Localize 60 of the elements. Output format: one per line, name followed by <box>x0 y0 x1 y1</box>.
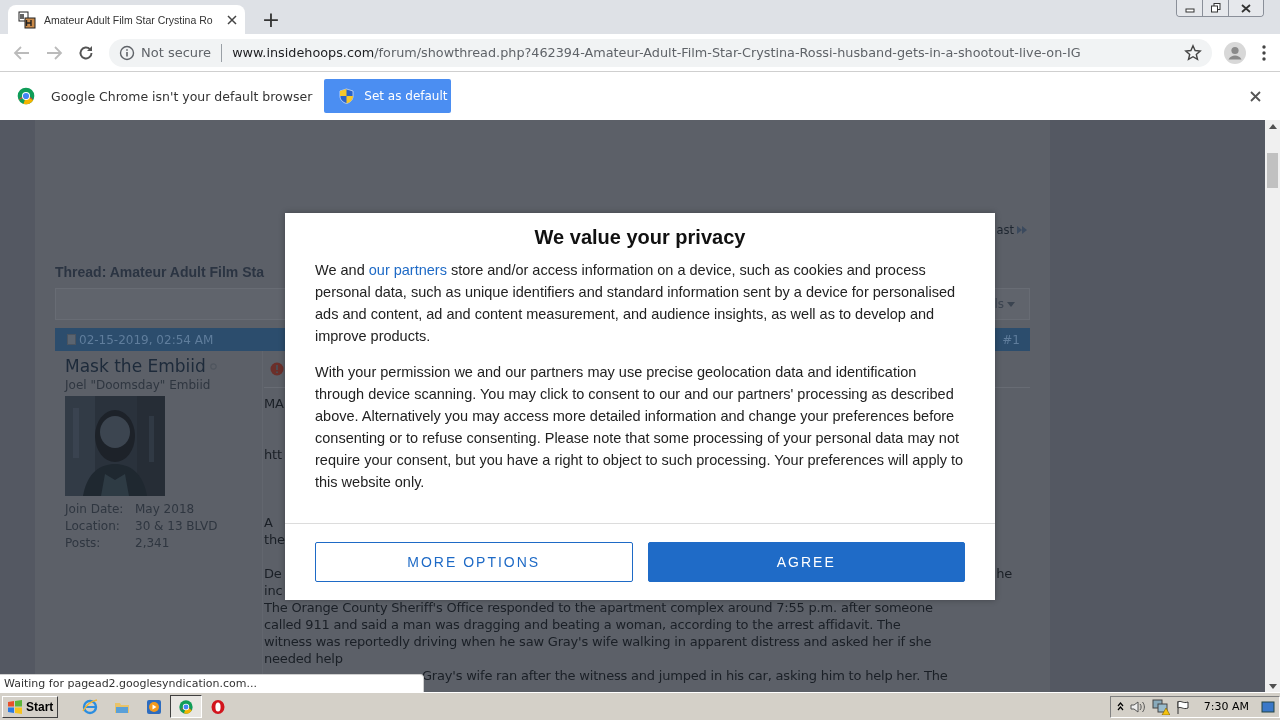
clock: 7:30 AM <box>1203 700 1249 713</box>
post-text: The Orange County Sheriff's Office responded to the apartment complex around 7:55 p.m. after someone <box>264 599 933 616</box>
taskbar-app-button[interactable] <box>170 695 203 718</box>
restore-button[interactable] <box>1203 0 1229 16</box>
post-text: A <box>264 514 273 531</box>
status-bubble: Waiting for pagead2.googlesyndication.com... <box>0 674 424 692</box>
info-icon <box>119 44 135 61</box>
infobar-message: Google Chrome isn't your default browser <box>51 88 313 104</box>
dialog-title: We value your privacy <box>533 225 747 249</box>
network-icon[interactable] <box>1151 698 1170 715</box>
close-icon[interactable] <box>1250 90 1261 102</box>
document-icon <box>67 334 76 345</box>
star-icon[interactable] <box>1184 43 1202 62</box>
menu-icon[interactable] <box>1262 44 1266 61</box>
caret-icon <box>1007 301 1015 307</box>
url-text: www.insidehoops.com/forum/showthread.php?462394-Amateur-Adult-Film-Star-Crystina-Rossi-husband-gets-in-a-shootout-live-on-IG <box>232 45 1082 60</box>
set-default-button[interactable]: Set as default <box>324 79 452 113</box>
site-favicon-icon <box>18 10 36 29</box>
double-arrow-icon <box>1017 225 1027 234</box>
ie-icon <box>82 698 99 715</box>
flag-icon[interactable] <box>1175 699 1190 714</box>
scrollbar[interactable] <box>1265 120 1280 692</box>
chrome-logo-icon <box>16 86 36 106</box>
play-icon <box>146 698 163 715</box>
warning-icon <box>270 362 284 376</box>
partners-link[interactable]: our partners <box>368 262 447 278</box>
scroll-down-icon[interactable] <box>1268 684 1277 689</box>
post-text: called 911 and said a man was dragging and beating a woman, according to the arrest affidavit. The <box>264 616 901 633</box>
shield-icon <box>339 88 355 104</box>
post-text: MA <box>264 395 284 412</box>
post-text: htt <box>264 446 282 463</box>
windows-flag-icon <box>7 699 23 714</box>
agree-button[interactable]: AGREE <box>647 542 965 582</box>
chevron-up-icon[interactable] <box>1116 702 1124 711</box>
show-desktop-icon[interactable] <box>1261 699 1275 714</box>
new-tab-button[interactable]: + <box>257 5 285 34</box>
chrome-logo-icon <box>178 698 195 715</box>
opera-icon <box>210 698 227 715</box>
post-text: De <box>264 565 282 582</box>
scrollbar-thumb[interactable] <box>1267 153 1278 188</box>
scroll-up-icon[interactable] <box>1268 124 1277 129</box>
speaker-icon[interactable] <box>1129 699 1146 714</box>
post-text: the <box>264 531 285 548</box>
close-icon <box>1241 3 1251 13</box>
window-close-button[interactable] <box>1229 0 1263 16</box>
consent-paragraph: We and our partners store and/or access information on a device, such as cookies and process personal data, such as unique identifiers and standard information sent by a device for personalised ads and content, ad and content measurement, and audience insights, as well as to develop and improve products. <box>315 261 956 346</box>
profile-avatar-icon[interactable] <box>1224 41 1246 64</box>
post-text: witness was reportedly driving when he saw Gray's wife walking in apparent distress and asked her if she <box>264 633 932 650</box>
post-text: he <box>996 565 1012 582</box>
address-bar[interactable]: Not secure www.insidehoops.com/forum/showthread.php?462394-Amateur-Adult-Film-Star-Crystina-Rossi-husband-gets-in-a-shootout-live-on-IG <box>109 38 1212 67</box>
close-icon[interactable] <box>227 14 237 25</box>
consent-paragraph: With your permission we and our partners may use precise geolocation data and identification through device scanning. You may click to consent to our and our partners' processing as described above. Alternatively you may access more detailed information and change your preferences before consenting or to refuse consenting. Please note that some processing of your personal data may not require your consent, but you have a right to object to such processing. Your preferences will apply to this website only. <box>315 363 965 492</box>
start-button[interactable]: Start <box>2 695 59 718</box>
restore-icon <box>1210 3 1221 13</box>
security-label: Not secure <box>141 45 212 60</box>
post-text: inc <box>264 582 283 599</box>
post-text: needed help <box>264 650 343 667</box>
browser-tab[interactable]: Amateur Adult Film Star Crystina Ro <box>8 5 245 34</box>
more-options-button[interactable]: MORE OPTIONS <box>315 542 633 582</box>
post-text: Gray's wife ran after the witness and jumped in his car, asking him to help her. The <box>421 667 948 684</box>
